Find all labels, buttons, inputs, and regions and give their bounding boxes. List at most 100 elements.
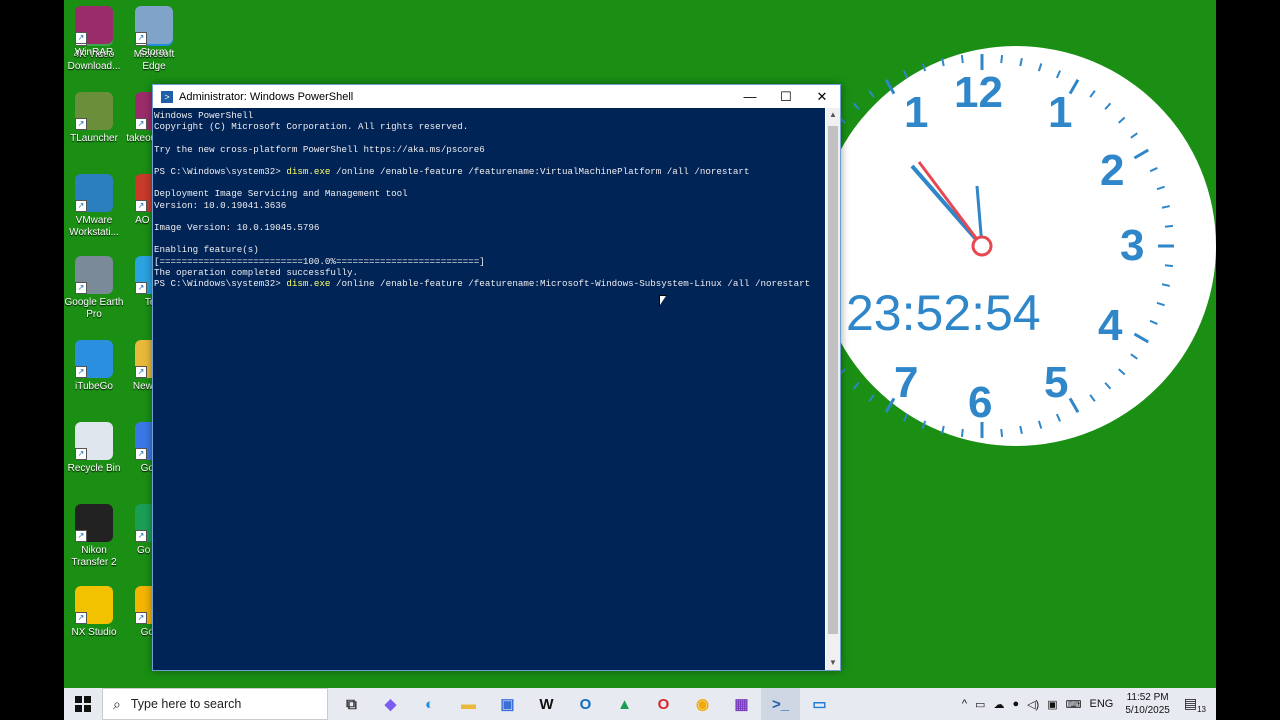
powershell-icon[interactable]: >_: [761, 688, 800, 720]
shortcut-arrow-icon: ↗: [135, 282, 147, 294]
wikipedia-icon[interactable]: W: [527, 688, 566, 720]
desktop-shortcut[interactable]: ↗ iTubeGo: [64, 334, 125, 393]
onedrive-icon[interactable]: ☁: [989, 698, 1008, 711]
vmware-icon: ↗: [75, 174, 113, 212]
maps-icon[interactable]: ◉: [683, 688, 722, 720]
shortcut-arrow-icon: ↗: [135, 366, 147, 378]
winrar-icon: ↗: [75, 6, 113, 44]
shortcut-arrow-icon: ↗: [75, 612, 87, 624]
copilot-icon[interactable]: ◆: [371, 688, 410, 720]
console-arguments: /online /enable-feature /featurename:Vir…: [330, 166, 750, 178]
keyboard-icon[interactable]: ⌨: [1062, 698, 1086, 711]
clock-tick: [884, 397, 896, 414]
shortcut-arrow-icon: ↗: [75, 366, 87, 378]
clock-tick: [868, 90, 875, 98]
shortcut-arrow-icon: ↗: [135, 32, 147, 44]
maximize-button[interactable]: ☐: [768, 85, 804, 108]
shortcut-arrow-icon: ↗: [75, 448, 87, 460]
desktop-shortcut-label: NX Studio: [71, 627, 117, 638]
desktop-shortcut[interactable]: ↗ NX Studio: [64, 580, 125, 639]
window-title: Administrator: Windows PowerShell: [179, 90, 354, 103]
desktop-shortcut[interactable]: ↗ TLauncher: [64, 86, 125, 145]
volume-icon[interactable]: ◁): [1023, 698, 1043, 711]
clock-tick: [1161, 205, 1171, 209]
clock-tick: [1089, 90, 1096, 98]
scroll-up-icon[interactable]: ▲: [826, 108, 840, 122]
clock-tick: [884, 78, 896, 95]
clock-tick: [921, 420, 927, 429]
notifications-icon[interactable]: ▤13: [1178, 695, 1216, 714]
search-placeholder: Type here to search: [130, 697, 242, 711]
desktop-shortcut-label: Recycle Bin: [67, 463, 121, 474]
clock-tick: [1104, 382, 1112, 390]
title-bar[interactable]: > Administrator: Windows PowerShell — ☐ …: [153, 85, 840, 108]
edge-icon[interactable]: ◐: [410, 688, 449, 720]
nikon-transfer-icon: ↗: [75, 504, 113, 542]
show-hidden-icons-icon[interactable]: ^: [958, 698, 971, 710]
clock-tick: [1118, 116, 1126, 124]
desktop-shortcut[interactable]: ↗ Storm: [123, 0, 185, 59]
clock-tick: [1164, 264, 1174, 268]
taskbar: ⌕ Type here to search ⧉ ◆ ◐ ▬ ▣ W O ▲ O ◉ ▦ >_ ▭ ^ ▭…: [64, 688, 1216, 720]
desktop-shortcut[interactable]: ↗ WinRAR: [64, 0, 125, 59]
desktop-shortcut-label: iTubeGo: [75, 381, 113, 392]
console-arguments: /online /enable-feature /featurename:Mic…: [330, 278, 811, 290]
clock-number-5: 5: [1044, 358, 1069, 407]
recycle-bin-icon: ↗: [75, 422, 113, 460]
desktop-shortcut[interactable]: ↗ Google Earth Pro: [64, 250, 125, 321]
clock-tick: [921, 63, 927, 72]
clock-tick: [1000, 54, 1004, 64]
desktop-shortcut[interactable]: ↗ Recycle Bin: [64, 416, 125, 475]
vertical-scrollbar[interactable]: ▲ ▼: [826, 108, 840, 670]
clock-tick: [1156, 301, 1165, 307]
console-line: [==========================100.0%=======…: [154, 255, 485, 267]
taskbar-clock[interactable]: 11:52 PM 5/10/2025: [1117, 691, 1178, 717]
clock-tick: [902, 413, 909, 422]
clock-tick: [1104, 102, 1112, 110]
digital-time: 23:52:54: [846, 285, 1041, 341]
file-explorer-icon[interactable]: ▬: [449, 688, 488, 720]
task-view-icon[interactable]: ⧉: [332, 688, 371, 720]
desktop-shortcut-label: WinRAR: [74, 47, 114, 58]
terminal-icon[interactable]: ▭: [800, 688, 839, 720]
stocks-icon[interactable]: ▲: [605, 688, 644, 720]
scroll-down-icon[interactable]: ▼: [826, 656, 840, 670]
taskbar-search-box[interactable]: ⌕ Type here to search: [102, 688, 328, 720]
outlook-icon[interactable]: O: [566, 688, 605, 720]
opera-icon[interactable]: O: [644, 688, 683, 720]
display-icon[interactable]: ▣: [1043, 698, 1061, 711]
shortcut-arrow-icon: ↗: [135, 448, 147, 460]
tlauncher-icon: ↗: [75, 92, 113, 130]
language-indicator[interactable]: ENG: [1086, 698, 1118, 710]
shortcut-arrow-icon: ↗: [135, 200, 147, 212]
minimize-button[interactable]: —: [732, 85, 768, 108]
console-line: Image Version: 10.0.19045.5796: [154, 222, 320, 234]
microphone-icon[interactable]: ●: [1008, 698, 1023, 710]
powershell-icon: >: [161, 90, 173, 103]
desktop-shortcut[interactable]: ↗ Nikon Transfer 2: [64, 498, 125, 569]
network-icon[interactable]: ▭: [971, 698, 989, 711]
powershell-window[interactable]: > Administrator: Windows PowerShell — ☐ …: [152, 84, 841, 671]
console-line: PS C:\Windows\system32> dism.exe /online…: [154, 166, 825, 177]
clock-number-12: 12: [954, 68, 1003, 117]
clock-tick: [1019, 57, 1023, 67]
google-earth-icon: ↗: [75, 256, 113, 294]
clock-tick: [1164, 224, 1174, 228]
scroll-thumb[interactable]: [828, 126, 838, 634]
clock-tick: [852, 382, 860, 390]
clock-face: [816, 54, 1174, 438]
shortcut-arrow-icon: ↗: [135, 118, 147, 130]
second-hand: [917, 161, 984, 247]
console-output[interactable]: Windows PowerShell Copyright (C) Microsof…: [153, 108, 825, 670]
clapper-icon[interactable]: ▦: [722, 688, 761, 720]
console-command: dism.exe: [286, 166, 331, 178]
close-button[interactable]: ✕: [804, 85, 840, 108]
clock-number-11: 1: [904, 88, 929, 137]
console-line: Windows PowerShell: [154, 110, 254, 121]
clock-tick: [941, 57, 945, 67]
desktop-shortcut[interactable]: ↗ VMware Workstati...: [64, 168, 125, 239]
start-button[interactable]: [64, 688, 102, 720]
store-icon[interactable]: ▣: [488, 688, 527, 720]
